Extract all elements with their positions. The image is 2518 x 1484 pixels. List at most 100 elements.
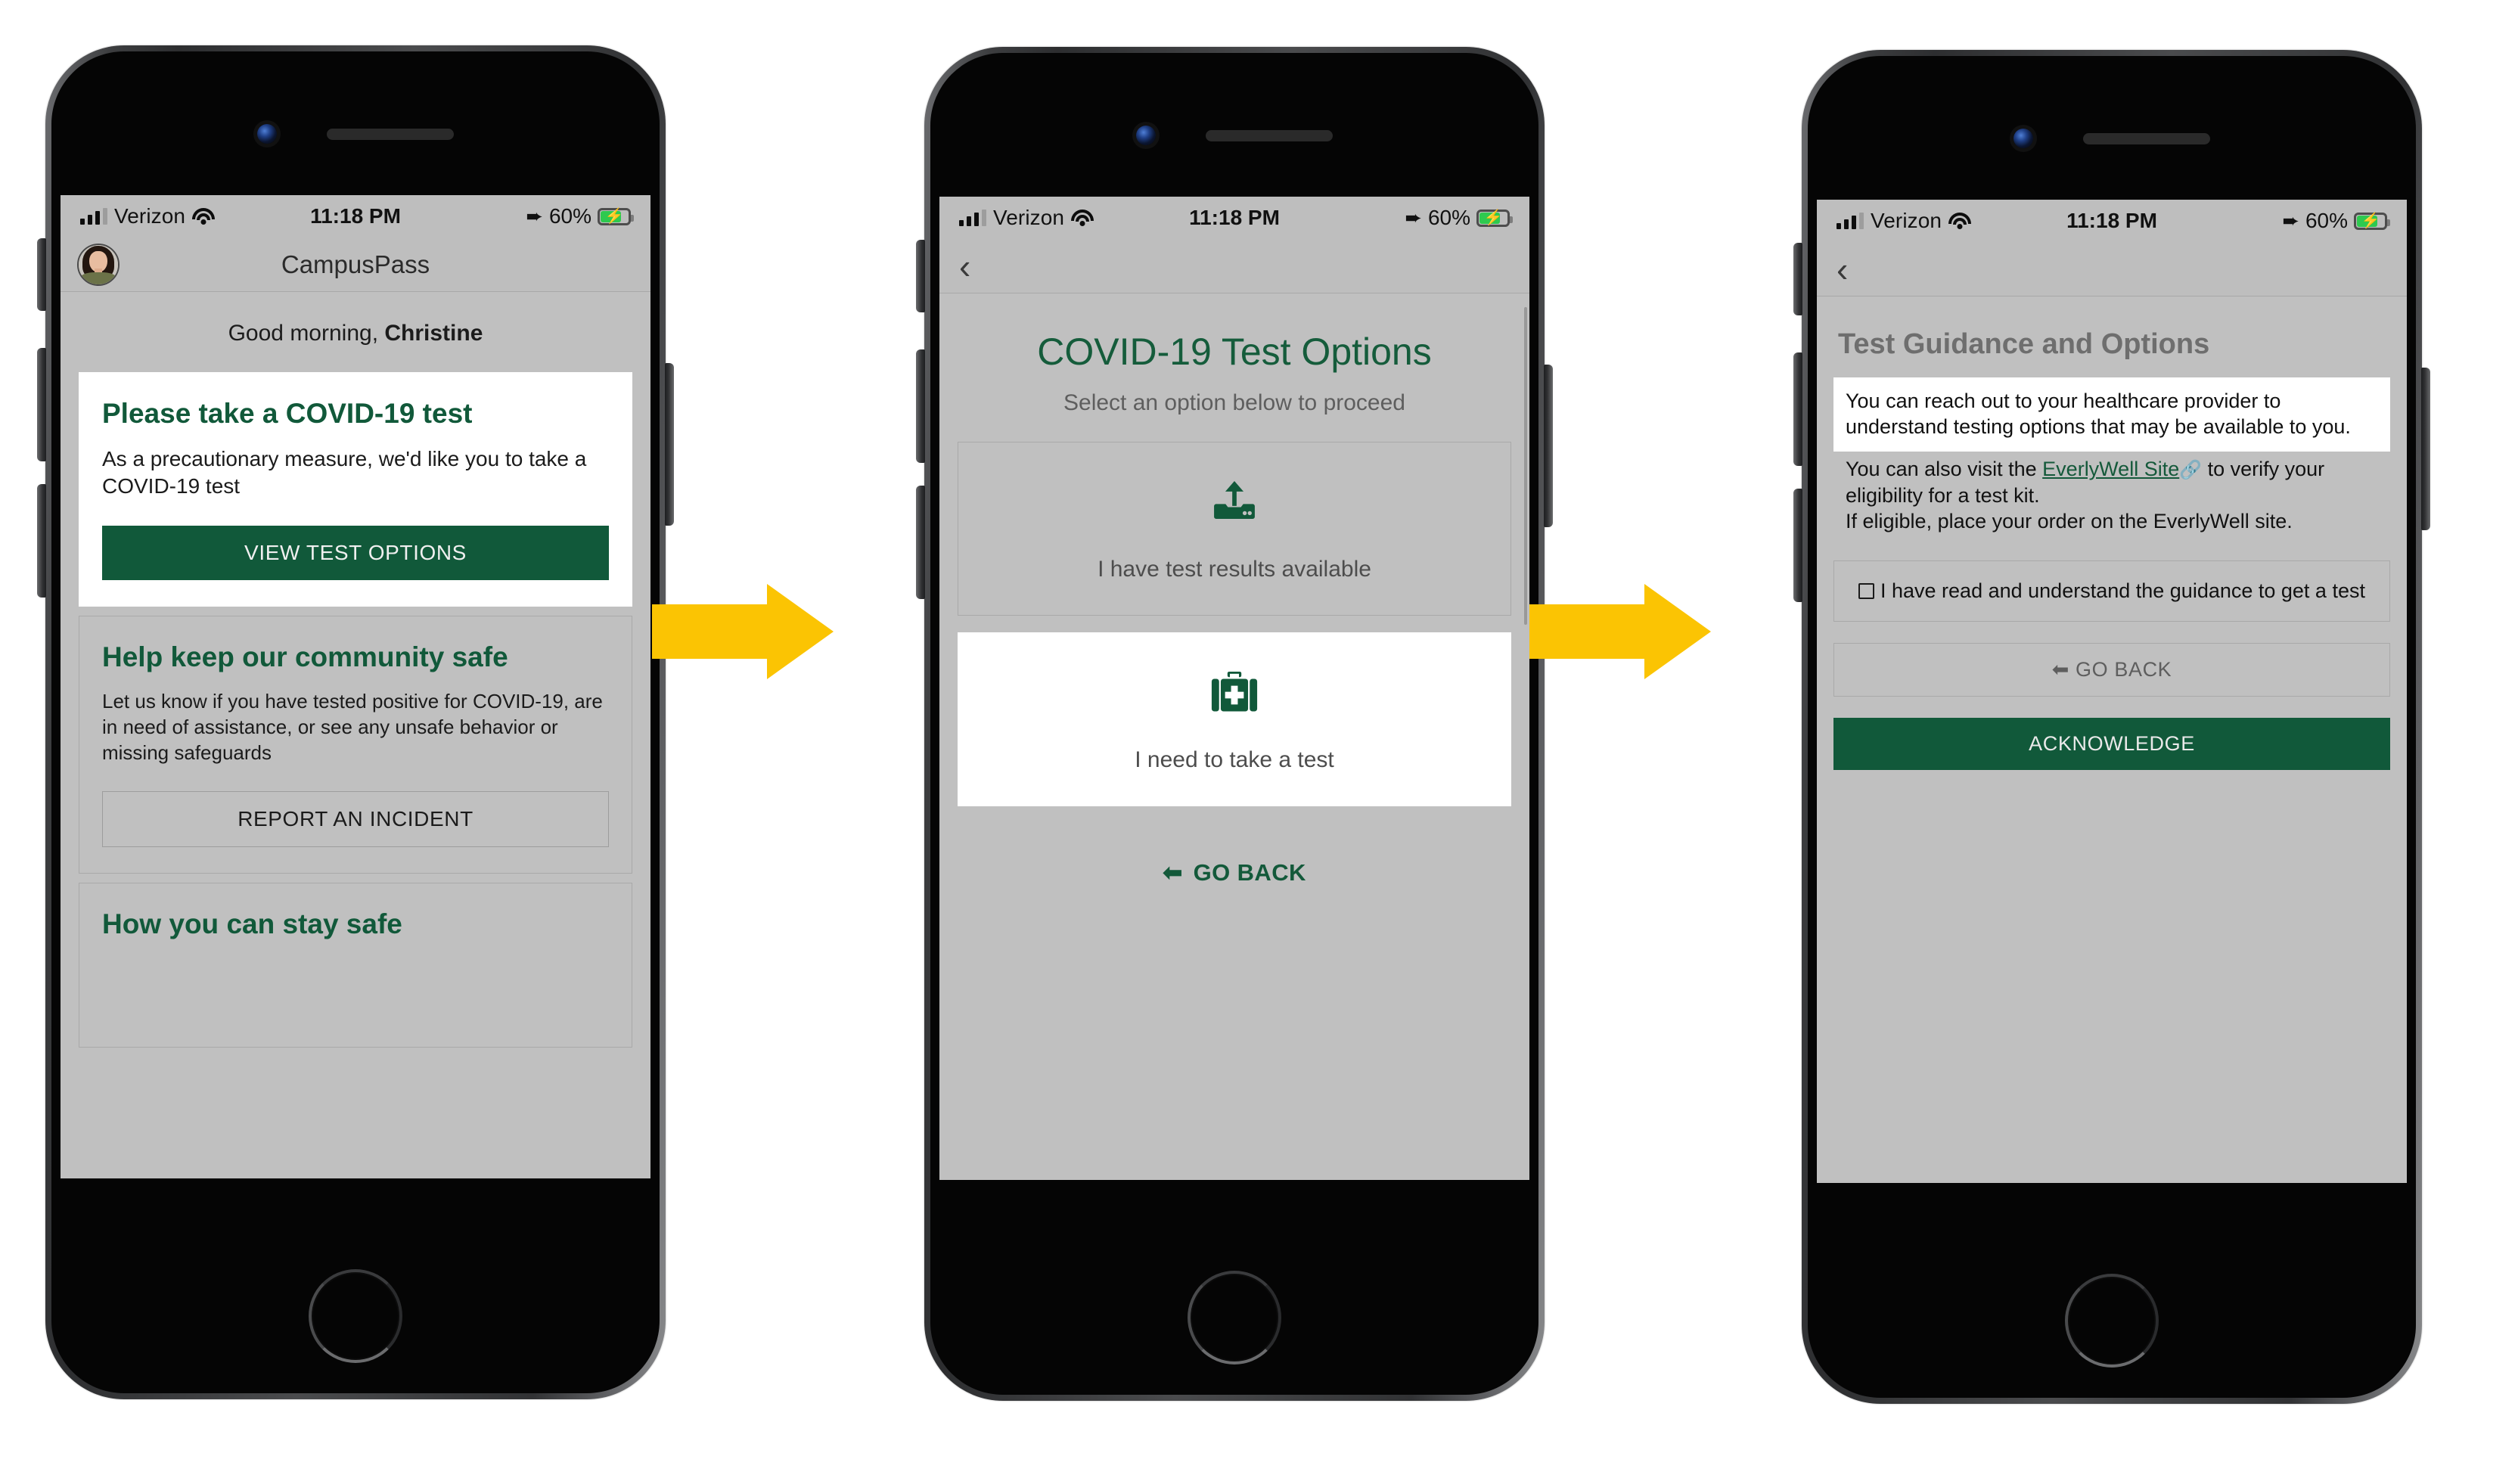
card-take-test-title: Please take a COVID-19 test (102, 398, 473, 429)
go-back-button[interactable]: ⬅ GO BACK (939, 823, 1529, 886)
phone-2-screen: Verizon 11:18 PM ➨ 60% ⚡ ‹ COVID-19 Test… (939, 197, 1529, 1180)
status-bar-right: ➨ 60% ⚡ (2157, 209, 2391, 233)
scrollbar[interactable] (1524, 307, 1527, 625)
option-card-have-results[interactable]: I have test results available (958, 442, 1511, 616)
phone-3-content: Test Guidance and Options You can reach … (1817, 296, 2407, 1183)
option-label: I need to take a test (1135, 747, 1334, 772)
volume-down-button[interactable] (1793, 489, 1802, 602)
front-camera-icon (257, 124, 277, 144)
status-bar: Verizon 11:18 PM ➨ 60% ⚡ (61, 195, 650, 238)
acknowledge-button[interactable]: ACKNOWLEDGE (1833, 717, 2390, 770)
upload-icon (1206, 476, 1263, 537)
battery-charging-icon: ⚡ (1476, 209, 1514, 227)
status-bar: Verizon 11:18 PM ➨ 60% ⚡ (1817, 200, 2407, 242)
go-back-label: GO BACK (2076, 657, 2172, 681)
earpiece-speaker-icon (1206, 129, 1333, 141)
flow-arrow-1 (652, 584, 834, 679)
go-back-label: GO BACK (1193, 859, 1306, 886)
card-stay-safe-title: How you can stay safe (102, 908, 402, 940)
phone-1-content: Good morning, Christine Please take a CO… (61, 292, 650, 1178)
greeting-name: Christine (384, 321, 483, 346)
card-stay-safe: How you can stay safe (79, 883, 632, 1048)
go-back-button[interactable]: ⬅ GO BACK (1833, 642, 2390, 697)
earpiece-speaker-icon (327, 128, 454, 140)
card-community-safe-body: Let us know if you have tested positive … (102, 690, 603, 764)
volume-up-button[interactable] (916, 349, 925, 463)
carrier-label: Verizon (1871, 209, 1942, 232)
external-link-icon: 🔗 (2179, 460, 2203, 481)
silent-switch[interactable] (916, 240, 925, 312)
volume-down-button[interactable] (37, 484, 46, 598)
home-button[interactable] (1188, 1271, 1281, 1364)
volume-down-button[interactable] (916, 486, 925, 599)
sensor-row (51, 124, 660, 144)
wifi-icon (1948, 212, 1972, 230)
arrow-left-icon: ⬅ (2051, 657, 2069, 681)
wifi-icon (192, 207, 216, 225)
back-chevron-icon[interactable]: ‹ (1833, 252, 1851, 287)
battery-percent-label: 60% (548, 204, 592, 228)
page-title: Test Guidance and Options (1838, 328, 2210, 360)
signal-bars-icon (1836, 213, 1864, 229)
card-take-test: Please take a COVID-19 test As a precaut… (79, 372, 632, 607)
volume-up-button[interactable] (1793, 352, 1802, 466)
front-camera-icon (1136, 126, 1156, 145)
card-community-safe: Help keep our community safe Let us know… (79, 616, 632, 874)
screenshot-stage: Verizon 11:18 PM ➨ 60% ⚡ CampusPass Good… (0, 0, 2518, 1484)
everlywell-site-link[interactable]: EverlyWell Site (2042, 458, 2179, 480)
checkbox-icon[interactable] (1858, 582, 1874, 599)
acknowledge-checkbox-row[interactable]: I have read and understand the guidance … (1833, 560, 2390, 622)
page-subtitle: Select an option below to proceed (1063, 390, 1405, 415)
carrier-label: Verizon (114, 204, 186, 228)
earpiece-speaker-icon (2083, 132, 2210, 144)
front-camera-icon (2013, 129, 2033, 148)
phone-2-body: Verizon 11:18 PM ➨ 60% ⚡ ‹ COVID-19 Test… (930, 53, 1538, 1395)
phone-2-content: COVID-19 Test Options Select an option b… (939, 293, 1529, 1180)
clock-label: 11:18 PM (2066, 209, 2157, 232)
option-label: I have test results available (1098, 556, 1371, 582)
volume-up-button[interactable] (37, 348, 46, 461)
flow-arrow-2 (1529, 584, 1711, 679)
battery-charging-icon: ⚡ (598, 207, 635, 225)
view-test-options-button[interactable]: VIEW TEST OPTIONS (102, 526, 609, 581)
greeting: Good morning, Christine (61, 292, 650, 372)
silent-switch[interactable] (37, 238, 46, 311)
back-chevron-icon[interactable]: ‹ (956, 249, 973, 284)
app-navbar: ‹ (939, 239, 1529, 293)
status-bar-left: Verizon (80, 204, 310, 228)
medical-kit-icon (1206, 666, 1263, 728)
para-line-2: If eligible, place your order on the Eve… (1846, 510, 2293, 533)
home-button[interactable] (309, 1269, 402, 1363)
greeting-prefix: Good morning, (228, 321, 385, 346)
power-button[interactable] (2421, 368, 2430, 530)
checkbox-label: I have read and understand the guidance … (1880, 579, 2365, 602)
sensor-row (930, 126, 1538, 145)
silent-switch[interactable] (1793, 243, 1802, 315)
phone-3: Verizon 11:18 PM ➨ 60% ⚡ ‹ Test Guidance… (1793, 50, 2430, 1404)
para-before-link: You can also visit the (1846, 458, 2043, 481)
phone-1: Verizon 11:18 PM ➨ 60% ⚡ CampusPass Good… (37, 45, 674, 1399)
arrow-left-icon: ⬅ (1163, 859, 1183, 886)
status-bar-left: Verizon (1836, 209, 2066, 233)
app-navbar: CampusPass (61, 238, 650, 292)
power-button[interactable] (665, 363, 674, 526)
page-title: COVID-19 Test Options (1037, 331, 1432, 373)
sensor-row (1808, 129, 2416, 148)
option-card-need-test[interactable]: I need to take a test (958, 632, 1511, 806)
status-bar-right: ➨ 60% ⚡ (1280, 206, 1514, 230)
page-title: CampusPass (281, 250, 430, 278)
card-community-safe-title: Help keep our community safe (102, 641, 508, 673)
card-take-test-body: As a precautionary measure, we'd like yo… (102, 446, 587, 498)
phone-3-body: Verizon 11:18 PM ➨ 60% ⚡ ‹ Test Guidance… (1808, 56, 2416, 1398)
clock-label: 11:18 PM (1189, 206, 1280, 229)
location-arrow-icon: ➨ (1405, 206, 1422, 229)
status-bar-left: Verizon (959, 206, 1189, 230)
power-button[interactable] (1544, 365, 1553, 527)
report-an-incident-button[interactable]: REPORT AN INCIDENT (102, 791, 609, 848)
battery-charging-icon: ⚡ (2354, 212, 2391, 230)
phone-1-body: Verizon 11:18 PM ➨ 60% ⚡ CampusPass Good… (51, 51, 660, 1393)
home-button[interactable] (2065, 1274, 2159, 1368)
wifi-icon (1071, 209, 1094, 227)
battery-percent-label: 60% (2305, 209, 2349, 232)
phone-2: Verizon 11:18 PM ➨ 60% ⚡ ‹ COVID-19 Test… (916, 47, 1553, 1401)
